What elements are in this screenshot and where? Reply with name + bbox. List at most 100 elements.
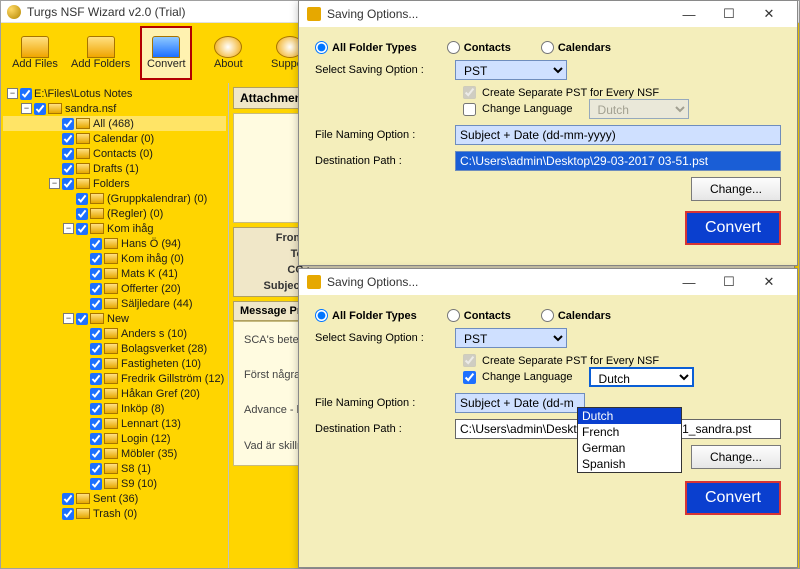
tree-check[interactable] bbox=[90, 463, 102, 475]
tree-check[interactable] bbox=[90, 268, 102, 280]
tree-check[interactable] bbox=[90, 478, 102, 490]
close-button[interactable]: ✕ bbox=[749, 269, 789, 295]
tree-check[interactable] bbox=[90, 283, 102, 295]
tree-item[interactable]: Kom ihåg (0) bbox=[3, 251, 226, 266]
tree-label: Offerter (20) bbox=[121, 283, 181, 295]
change-language-check[interactable] bbox=[463, 103, 476, 116]
lang-option-spanish[interactable]: Spanish bbox=[578, 456, 681, 472]
tree-check[interactable] bbox=[20, 88, 32, 100]
tree-check[interactable] bbox=[90, 328, 102, 340]
language-select[interactable]: Dutch bbox=[589, 367, 694, 387]
tree-check[interactable] bbox=[90, 448, 102, 460]
tree-item[interactable]: (Gruppkalendrar) (0) bbox=[3, 191, 226, 206]
tree-label: Anders s (10) bbox=[121, 328, 187, 340]
about-button[interactable]: About bbox=[202, 26, 254, 80]
tree-item[interactable]: Mats K (41) bbox=[3, 266, 226, 281]
tree-check[interactable] bbox=[62, 163, 74, 175]
file-naming-select[interactable]: Subject + Date (dd-mm-yyyy) bbox=[455, 125, 781, 145]
radio-contacts[interactable]: Contacts bbox=[447, 41, 511, 54]
tree-label: All (468) bbox=[93, 118, 134, 130]
file-naming-select[interactable]: Subject + Date (dd-m bbox=[455, 393, 585, 413]
saving-format-select[interactable]: PST bbox=[455, 328, 567, 348]
tree-item[interactable]: Contacts (0) bbox=[3, 146, 226, 161]
tree-check[interactable] bbox=[90, 403, 102, 415]
tree-item[interactable]: Lennart (13) bbox=[3, 416, 226, 431]
tree-check[interactable] bbox=[90, 373, 102, 385]
tree-check[interactable] bbox=[76, 313, 88, 325]
lang-option-french[interactable]: French bbox=[578, 424, 681, 440]
tree-check[interactable] bbox=[62, 508, 74, 520]
tree-item[interactable]: Fastigheten (10) bbox=[3, 356, 226, 371]
expander-icon[interactable]: − bbox=[63, 223, 74, 234]
convert-toolbar-button[interactable]: Convert bbox=[140, 26, 192, 80]
tree-item[interactable]: Fredrik Gillström (12) bbox=[3, 371, 226, 386]
add-folders-button[interactable]: Add Folders bbox=[71, 26, 130, 80]
tree-item[interactable]: S9 (10) bbox=[3, 476, 226, 491]
lang-option-german[interactable]: German bbox=[578, 440, 681, 456]
tree-check[interactable] bbox=[62, 133, 74, 145]
tree-file[interactable]: − sandra.nsf bbox=[3, 101, 226, 116]
tree-item[interactable]: Sent (36) bbox=[3, 491, 226, 506]
tree-item[interactable]: Calendar (0) bbox=[3, 131, 226, 146]
dest-path-input[interactable]: C:\Users\admin\Desktop\29-03-2017 03-51.… bbox=[455, 151, 781, 171]
tree-check[interactable] bbox=[62, 178, 74, 190]
minimize-button[interactable]: — bbox=[669, 269, 709, 295]
tree-check[interactable] bbox=[76, 193, 88, 205]
lang-option-dutch[interactable]: Dutch bbox=[578, 408, 681, 424]
tree-item[interactable]: (Regler) (0) bbox=[3, 206, 226, 221]
tree-item[interactable]: Hans Ö (94) bbox=[3, 236, 226, 251]
change-path-button[interactable]: Change... bbox=[691, 445, 781, 469]
radio-all-folder-types[interactable]: All Folder Types bbox=[315, 309, 417, 322]
tree-item[interactable]: Håkan Gref (20) bbox=[3, 386, 226, 401]
tree-check[interactable] bbox=[62, 118, 74, 130]
tree-item[interactable]: Trash (0) bbox=[3, 506, 226, 521]
convert-button[interactable]: Convert bbox=[685, 481, 781, 515]
tree-panel[interactable]: − E:\Files\Lotus Notes − sandra.nsf All … bbox=[1, 83, 229, 568]
radio-contacts[interactable]: Contacts bbox=[447, 309, 511, 322]
tree-item[interactable]: All (468) bbox=[3, 116, 226, 131]
convert-button[interactable]: Convert bbox=[685, 211, 781, 245]
tree-item[interactable]: Drafts (1) bbox=[3, 161, 226, 176]
minimize-button[interactable]: — bbox=[669, 1, 709, 27]
add-files-button[interactable]: Add Files bbox=[9, 26, 61, 80]
radio-all-folder-types[interactable]: All Folder Types bbox=[315, 41, 417, 54]
radio-calendars[interactable]: Calendars bbox=[541, 309, 611, 322]
expander-icon[interactable]: − bbox=[7, 88, 18, 99]
saving-format-select[interactable]: PST bbox=[455, 60, 567, 80]
tree-check[interactable] bbox=[90, 298, 102, 310]
tree-root[interactable]: − E:\Files\Lotus Notes bbox=[3, 86, 226, 101]
close-button[interactable]: ✕ bbox=[749, 1, 789, 27]
tree-check[interactable] bbox=[62, 148, 74, 160]
tree-item[interactable]: Bolagsverket (28) bbox=[3, 341, 226, 356]
change-path-button[interactable]: Change... bbox=[691, 177, 781, 201]
tree-check[interactable] bbox=[62, 493, 74, 505]
tree-item[interactable]: Inköp (8) bbox=[3, 401, 226, 416]
change-language-check[interactable] bbox=[463, 371, 476, 384]
tree-item[interactable]: −New bbox=[3, 311, 226, 326]
radio-calendars[interactable]: Calendars bbox=[541, 41, 611, 54]
tree-check[interactable] bbox=[90, 358, 102, 370]
tree-item[interactable]: Möbler (35) bbox=[3, 446, 226, 461]
tree-item[interactable]: Offerter (20) bbox=[3, 281, 226, 296]
tree-check[interactable] bbox=[90, 418, 102, 430]
tree-check[interactable] bbox=[90, 343, 102, 355]
tree-item[interactable]: Anders s (10) bbox=[3, 326, 226, 341]
tree-item[interactable]: Säljledare (44) bbox=[3, 296, 226, 311]
tree-item[interactable]: −Kom ihåg bbox=[3, 221, 226, 236]
tree-check[interactable] bbox=[76, 208, 88, 220]
tree-item[interactable]: −Folders bbox=[3, 176, 226, 191]
tree-check[interactable] bbox=[90, 238, 102, 250]
expander-icon[interactable]: − bbox=[63, 313, 74, 324]
tree-check[interactable] bbox=[90, 388, 102, 400]
tree-item[interactable]: S8 (1) bbox=[3, 461, 226, 476]
tree-check[interactable] bbox=[34, 103, 46, 115]
tree-check[interactable] bbox=[90, 433, 102, 445]
tree-check[interactable] bbox=[90, 253, 102, 265]
expander-icon[interactable]: − bbox=[49, 178, 60, 189]
maximize-button[interactable]: ☐ bbox=[709, 1, 749, 27]
maximize-button[interactable]: ☐ bbox=[709, 269, 749, 295]
expander-icon[interactable]: − bbox=[21, 103, 32, 114]
language-dropdown-list[interactable]: Dutch French German Spanish bbox=[577, 407, 682, 473]
tree-check[interactable] bbox=[76, 223, 88, 235]
tree-item[interactable]: Login (12) bbox=[3, 431, 226, 446]
